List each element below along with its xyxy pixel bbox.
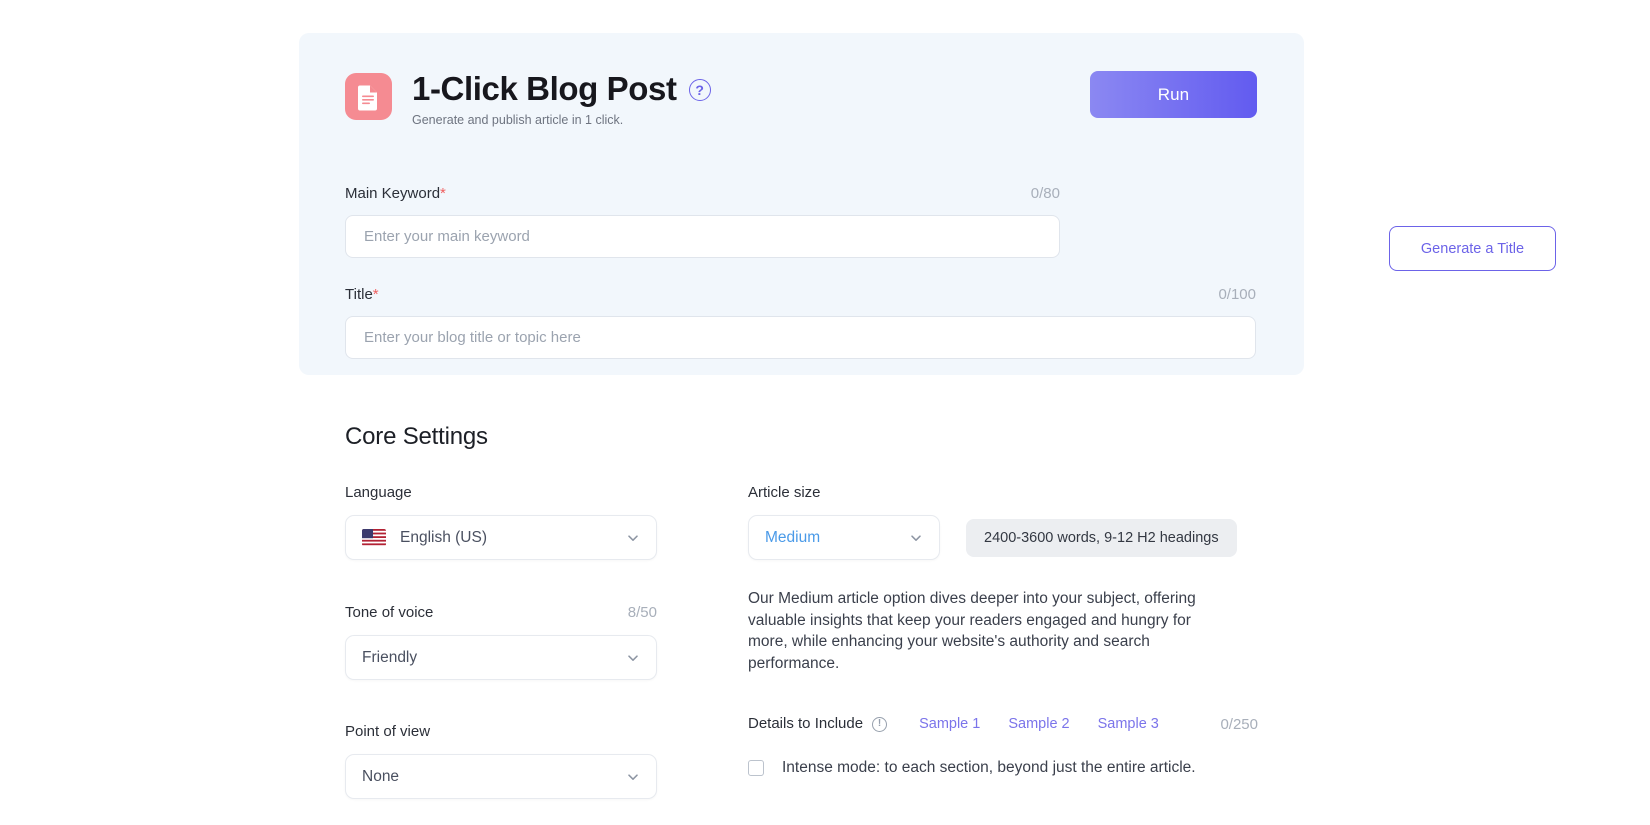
point-of-view-field-group: Point of view None [345, 722, 657, 799]
point-of-view-label: Point of view [345, 723, 431, 740]
page-subtitle: Generate and publish article in 1 click. [412, 113, 624, 127]
article-size-value: Medium [765, 528, 821, 546]
language-field-group: Language English (US) [345, 483, 657, 560]
chevron-down-icon [628, 654, 638, 661]
tone-of-voice-label: Tone of voice [345, 604, 434, 621]
details-to-include-header: Details to Include ! Sample 1 Sample 2 S… [748, 714, 1258, 734]
info-icon[interactable]: ! [872, 716, 888, 732]
help-icon[interactable]: ? [688, 79, 711, 101]
hero-title-block: 1-Click Blog Post ? Generate and publish… [412, 69, 711, 128]
details-to-include-label: Details to Include [748, 715, 864, 732]
main-keyword-input[interactable] [345, 215, 1060, 258]
main-keyword-label-text: Main Keyword [345, 185, 441, 202]
sample-3-link[interactable]: Sample 3 [1098, 716, 1159, 732]
tone-of-voice-value: Friendly [362, 648, 418, 666]
title-counter: 0/100 [1218, 286, 1256, 303]
core-settings-heading: Core Settings [345, 423, 488, 450]
intense-mode-label: Intense mode: to each section, beyond ju… [782, 759, 1196, 776]
language-label: Language [345, 484, 412, 501]
title-label-text: Title [345, 286, 373, 303]
generate-a-title-button[interactable]: Generate a Title [1389, 226, 1556, 271]
title-input[interactable] [345, 316, 1256, 359]
intense-mode-row: Intense mode: to each section, beyond ju… [748, 759, 1258, 777]
point-of-view-value: None [362, 767, 400, 785]
article-size-label: Article size [748, 484, 821, 501]
article-size-badge: 2400-3600 words, 9-12 H2 headings [966, 518, 1237, 557]
article-size-field-group: Article size Medium 2400-3600 words, 9-1… [748, 483, 1258, 777]
run-button[interactable]: Run [1090, 71, 1257, 118]
chevron-down-icon [911, 534, 921, 541]
details-to-include-counter: 0/250 [1220, 715, 1258, 733]
title-field-group: Title* 0/100 [345, 285, 1256, 359]
chevron-down-icon [628, 773, 638, 780]
article-size-description: Our Medium article option dives deeper i… [748, 590, 1196, 672]
main-keyword-label: Main Keyword* [345, 184, 446, 204]
required-asterisk: * [372, 286, 379, 303]
app-page: 1-Click Blog Post ? Generate and publish… [0, 0, 1650, 825]
tone-of-voice-select[interactable]: Friendly [345, 635, 657, 680]
tone-of-voice-counter: 8/50 [627, 604, 657, 621]
main-keyword-counter: 0/80 [1030, 185, 1060, 202]
point-of-view-select[interactable]: None [345, 754, 657, 799]
sample-2-link[interactable]: Sample 2 [1008, 716, 1069, 732]
chevron-down-icon [628, 534, 638, 541]
title-label: Title* [345, 285, 379, 305]
intense-mode-checkbox[interactable] [748, 760, 764, 776]
page-title: 1-Click Blog Post [412, 70, 677, 107]
required-asterisk: * [440, 185, 446, 202]
sample-1-link[interactable]: Sample 1 [919, 716, 980, 732]
tone-of-voice-field-group: Tone of voice 8/50 Friendly [345, 603, 657, 680]
hero-header: 1-Click Blog Post ? Generate and publish… [345, 69, 711, 128]
language-value: English (US) [400, 528, 487, 546]
blog-post-hero-card: 1-Click Blog Post ? Generate and publish… [299, 33, 1556, 375]
document-icon [345, 73, 392, 120]
article-size-select[interactable]: Medium [748, 515, 940, 560]
language-select[interactable]: English (US) [345, 515, 657, 560]
us-flag-icon [362, 529, 386, 546]
main-keyword-field-group: Main Keyword* 0/80 [345, 184, 1060, 258]
